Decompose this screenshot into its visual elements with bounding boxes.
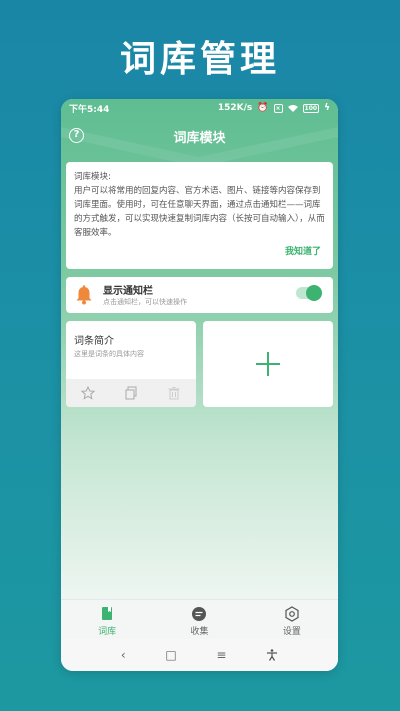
status-bar: 下午5:44 152K/s ⏰ × 100 ϟ <box>61 99 338 117</box>
accessibility-icon[interactable] <box>266 649 278 661</box>
book-icon <box>102 607 113 620</box>
nav-home-button[interactable]: □ <box>165 648 176 662</box>
system-nav-bar: ‹ □ ≡ <box>61 639 338 671</box>
info-card: 词库模块: 用户可以将常用的回复内容、官方术语、图片、链接等内容保存到词库里面。… <box>66 162 333 269</box>
network-speed: 152K/s <box>217 103 253 113</box>
nav-back-button[interactable]: ‹ <box>121 648 126 662</box>
tab-settings[interactable]: 设置 <box>246 600 338 639</box>
notification-toggle[interactable] <box>296 285 322 301</box>
battery-icon: 100 <box>302 103 320 113</box>
notify-title: 显示通知栏 <box>103 286 153 297</box>
tab-label: 设置 <box>282 627 301 637</box>
phone-screen: 下午5:44 152K/s ⏰ × 100 ϟ ? 词库模块 词库模块: 用户可… <box>61 99 338 671</box>
entry-title: 词条简介 <box>74 336 114 347</box>
alarm-icon: ⏰ <box>257 103 269 113</box>
star-icon[interactable] <box>80 386 95 400</box>
info-body: 用户可以将常用的回复内容、官方术语、图片、链接等内容保存到词库里面。使用时，可在… <box>74 186 325 238</box>
entry-subtitle: 这里是词条的具体内容 <box>74 350 144 358</box>
info-title: 词库模块: <box>74 172 111 182</box>
settings-icon <box>285 606 299 622</box>
plus-icon <box>256 352 280 376</box>
nav-menu-button[interactable]: ≡ <box>216 648 226 662</box>
page-title: 词库模块 <box>173 130 226 146</box>
add-entry-button[interactable] <box>203 321 333 407</box>
entry-card[interactable]: 词条简介 这里是词条的具体内容 <box>66 321 196 407</box>
bell-icon <box>76 285 92 305</box>
battery-level: 100 <box>304 104 318 112</box>
tab-label: 词库 <box>98 627 117 637</box>
toggle-knob <box>306 285 322 301</box>
bottom-tab-bar: 词库 收集 设置 <box>61 599 338 639</box>
app-header: ? 词库模块 <box>61 123 338 149</box>
got-it-button[interactable]: 我知道了 <box>285 244 321 257</box>
chat-icon <box>192 607 207 621</box>
promo-title: 词库管理 <box>119 39 280 80</box>
wifi-icon <box>287 105 298 112</box>
help-icon[interactable]: ? <box>69 128 84 143</box>
tab-wordbank[interactable]: 词库 <box>61 600 153 639</box>
copy-icon[interactable] <box>124 386 138 400</box>
tab-label: 收集 <box>190 627 209 637</box>
notification-card: 显示通知栏 点击通知栏，可以快速操作 <box>66 277 333 313</box>
sim-icon: × <box>273 103 283 113</box>
status-time: 下午5:44 <box>69 104 110 115</box>
notify-subtitle: 点击通知栏，可以快速操作 <box>103 298 187 306</box>
tab-collect[interactable]: 收集 <box>153 600 245 639</box>
charging-icon: ϟ <box>324 103 330 113</box>
trash-icon[interactable] <box>167 386 181 400</box>
entry-actions <box>66 379 196 407</box>
